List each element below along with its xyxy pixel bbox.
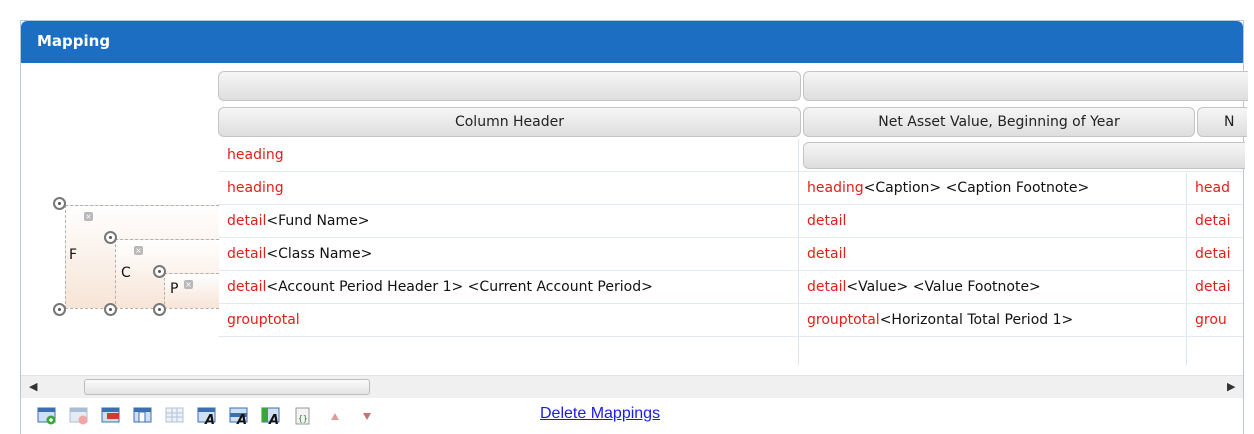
row-cell: heading	[227, 172, 284, 205]
period-handle-icon[interactable]	[153, 265, 166, 278]
row-cell: detai	[1195, 271, 1243, 304]
row-keyword: detail	[227, 246, 267, 262]
row-keyword: detail	[807, 279, 847, 295]
row-tags: <Account Period Header 1> <Current Accou…	[266, 279, 653, 295]
row-cell: detail<Account Period Header 1> <Current…	[227, 271, 653, 304]
insert-column-icon[interactable]	[133, 407, 153, 425]
row-cell: detail<Class Name>	[227, 238, 372, 271]
row-cell: heading<Caption> <Caption Footnote>	[807, 172, 1089, 205]
row-keyword: detai	[1195, 279, 1231, 295]
remove-row-icon[interactable]	[69, 407, 89, 425]
mapping-toolbar: A A A {} Delete Mappings	[21, 399, 1243, 433]
class-bottom-handle-icon[interactable]	[104, 303, 117, 316]
row-keyword: grouptotal	[227, 312, 300, 328]
row-tags: <Fund Name>	[266, 213, 370, 229]
scrollbar-thumb[interactable]	[84, 379, 370, 395]
row-cell: grouptotal<Horizontal Total Period 1>	[807, 304, 1073, 337]
edit-cell-icon[interactable]: A	[261, 407, 281, 425]
svg-text:A: A	[236, 413, 247, 425]
move-down-icon[interactable]	[357, 407, 377, 425]
row-keyword: detail	[807, 246, 847, 262]
net-asset-value-header-cell[interactable]: Net Asset Value, Beginning of Year	[803, 107, 1195, 137]
period-bottom-handle-icon[interactable]	[153, 303, 166, 316]
edit-header-icon[interactable]: A	[197, 407, 217, 425]
row-cell: detail	[807, 238, 846, 271]
fund-region-label: F	[69, 247, 78, 263]
row-keyword: detail	[807, 213, 847, 229]
heading-group-cell[interactable]	[803, 142, 1245, 169]
class-handle-icon[interactable]	[104, 231, 117, 244]
column-header-label: Column Header	[454, 114, 565, 130]
delete-mappings-link[interactable]: Delete Mappings	[540, 405, 660, 423]
row-keyword: heading	[227, 180, 284, 196]
row-cell: grouptotal	[227, 304, 300, 337]
row-keyword: detai	[1195, 246, 1231, 262]
row-tags: <Value> <Value Footnote>	[846, 279, 1041, 295]
row-keyword: heading	[227, 147, 284, 163]
row-cell: grou	[1195, 304, 1243, 337]
row-keyword: head	[1195, 180, 1230, 196]
column-header-cell[interactable]: Column Header	[218, 107, 801, 137]
panel-title: Mapping	[37, 32, 111, 50]
row-cell: detai	[1195, 238, 1243, 271]
close-icon[interactable]: ×	[134, 246, 143, 255]
row-tags: <Class Name>	[266, 246, 373, 262]
scroll-right-icon[interactable]: ▶	[1227, 380, 1235, 393]
row-cell: detail<Fund Name>	[227, 205, 370, 238]
table-row[interactable]: heading	[218, 139, 1245, 172]
table-row[interactable]: detail<Class Name> detail detai	[218, 238, 1243, 271]
period-region-label: P	[170, 281, 179, 297]
net-asset-value-header-label: Net Asset Value, Beginning of Year	[878, 114, 1120, 130]
row-cell: detail<Value> <Value Footnote>	[807, 271, 1041, 304]
row-cell: detai	[1195, 205, 1243, 238]
row-keyword: grou	[1195, 312, 1227, 328]
scroll-left-icon[interactable]: ◀	[29, 380, 37, 393]
edit-column-icon[interactable]: A	[229, 407, 249, 425]
row-keyword: detail	[227, 279, 267, 295]
delete-column-icon[interactable]	[101, 407, 121, 425]
row-keyword: heading	[807, 180, 864, 196]
add-row-icon[interactable]	[37, 407, 57, 425]
horizontal-scrollbar[interactable]: ◀ ▶	[21, 375, 1243, 398]
close-icon[interactable]: ×	[84, 212, 93, 221]
braces-icon[interactable]: {}	[293, 407, 313, 425]
row-cell: detail	[807, 205, 846, 238]
move-up-icon[interactable]	[325, 407, 345, 425]
panel-title-bar: Mapping	[21, 21, 1243, 63]
row-keyword: detail	[227, 213, 267, 229]
row-cell: head	[1195, 172, 1243, 205]
row-tags: <Caption> <Caption Footnote>	[863, 180, 1090, 196]
row-cell: heading	[227, 139, 284, 172]
group-header-cell-2[interactable]	[803, 71, 1248, 101]
group-header-cell-1[interactable]	[218, 71, 801, 101]
row-keyword: grouptotal	[807, 312, 880, 328]
svg-text:{}: {}	[298, 414, 308, 423]
table-row[interactable]: heading heading<Caption> <Caption Footno…	[218, 172, 1243, 205]
grid-icon[interactable]	[165, 407, 185, 425]
table-row[interactable]: detail<Fund Name> detail detai	[218, 205, 1243, 238]
row-tags: <Horizontal Total Period 1>	[879, 312, 1074, 328]
row-keyword: detai	[1195, 213, 1231, 229]
table-row[interactable]	[218, 337, 1243, 365]
next-column-header-label: N	[1224, 114, 1235, 130]
fund-bottom-handle-icon[interactable]	[53, 303, 66, 316]
class-region-label: C	[121, 265, 131, 281]
table-row[interactable]: detail<Account Period Header 1> <Current…	[218, 271, 1243, 304]
fund-handle-icon[interactable]	[53, 197, 66, 210]
table-row[interactable]: grouptotal grouptotal<Horizontal Total P…	[218, 304, 1243, 337]
mapping-panel: Mapping Column Header Net Asset Value, B…	[20, 20, 1248, 434]
svg-text:A: A	[204, 413, 215, 425]
next-column-header-cell[interactable]: N	[1197, 107, 1247, 137]
svg-text:A: A	[268, 413, 279, 425]
close-icon[interactable]: ×	[184, 280, 193, 289]
